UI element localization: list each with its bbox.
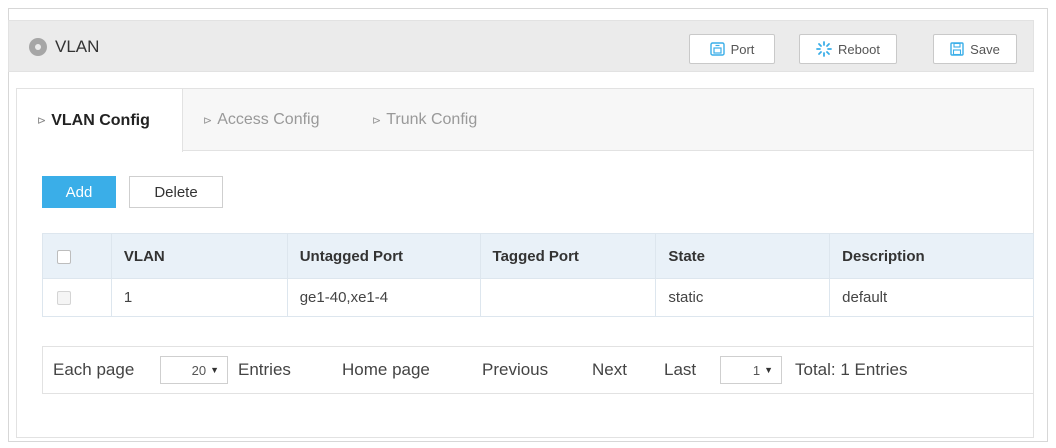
each-page-label: Each page	[53, 360, 135, 379]
chevron-right-icon: ⊳	[37, 115, 47, 127]
select-all-cell	[42, 233, 112, 279]
page-title-text: VLAN	[55, 37, 100, 56]
cell-state: static	[655, 278, 831, 317]
port-button[interactable]: Port	[689, 34, 775, 64]
column-header-untagged-port[interactable]: Untagged Port	[286, 233, 481, 279]
tab-bar: ⊳ VLAN Config ⊳ Access Config ⊳ Trunk Co…	[17, 89, 1033, 152]
port-icon	[709, 42, 725, 56]
column-header-tagged-port[interactable]: Tagged Port	[479, 233, 657, 279]
previous-page-link[interactable]: Previous	[482, 347, 548, 393]
cell-vlan: 1	[110, 278, 288, 317]
tab-trunk-config[interactable]: ⊳ Trunk Config	[372, 89, 477, 151]
page-number-value: 1	[752, 362, 761, 378]
vlan-table: VLAN Untagged Port Tagged Port State Des…	[42, 233, 1034, 317]
save-button-label: Save	[970, 41, 1000, 57]
add-button[interactable]: Add	[42, 176, 116, 208]
cell-description: default	[829, 278, 1034, 317]
select-all-checkbox[interactable]	[57, 249, 71, 264]
tab-vlan-config[interactable]: ⊳ VLAN Config	[17, 89, 183, 152]
entries-label: Entries	[238, 360, 291, 379]
tab-label: Access Config	[217, 111, 320, 128]
column-header-description[interactable]: Description	[829, 233, 1034, 279]
caret-down-icon: ▼	[764, 365, 773, 375]
cell-untagged-port: ge1-40,xe1-4	[286, 278, 481, 317]
next-page-link[interactable]: Next	[592, 347, 627, 393]
chevron-right-icon: ⊳	[372, 114, 382, 127]
tab-label: Trunk Config	[386, 111, 478, 128]
table-header-row: VLAN Untagged Port Tagged Port State Des…	[42, 233, 1034, 279]
column-header-state[interactable]: State	[655, 233, 831, 279]
last-page-link[interactable]: Last	[664, 347, 696, 393]
page-size-value: 20	[191, 362, 207, 378]
floppy-disk-icon	[950, 42, 964, 56]
cell-tagged-port	[479, 278, 657, 317]
pagination-bar: Each page 20 ▼ Entries Home page Previou…	[42, 346, 1034, 394]
tab-label: VLAN Config	[51, 111, 150, 129]
save-button[interactable]: Save	[933, 34, 1017, 64]
chevron-right-icon: ⊳	[203, 114, 213, 127]
caret-down-icon: ▼	[210, 365, 219, 375]
page-header: VLAN Port Reboot Save	[8, 20, 1034, 72]
home-page-link[interactable]: Home page	[342, 347, 430, 393]
row-checkbox[interactable]	[57, 291, 71, 306]
tab-access-config[interactable]: ⊳ Access Config	[203, 89, 319, 151]
spinner-icon	[816, 41, 832, 57]
reboot-button[interactable]: Reboot	[799, 34, 897, 64]
page-size-select[interactable]: 20 ▼	[160, 356, 228, 384]
total-entries-text: Total: 1 Entries	[795, 360, 908, 379]
page-number-select[interactable]: 1 ▼	[720, 356, 782, 384]
delete-button[interactable]: Delete	[129, 176, 223, 208]
reboot-button-label: Reboot	[838, 41, 880, 57]
page-title: VLAN	[29, 21, 99, 73]
column-header-vlan[interactable]: VLAN	[110, 233, 288, 279]
port-button-label: Port	[730, 41, 755, 57]
circle-dot-icon	[29, 38, 47, 56]
table-row[interactable]: 1 ge1-40,xe1-4 static default	[42, 278, 1034, 317]
row-select-cell	[42, 278, 112, 317]
